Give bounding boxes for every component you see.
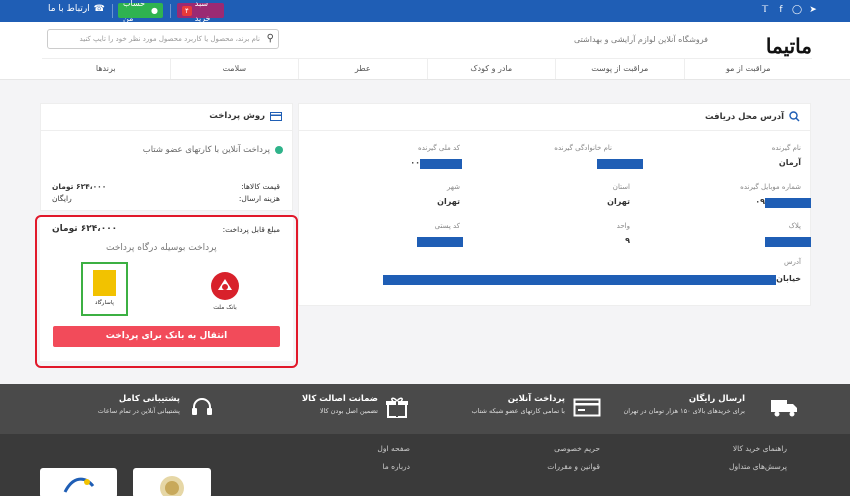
receiver-name-value: آرمان <box>778 158 801 167</box>
address-card-title: آدرس محل دریافت <box>705 111 800 122</box>
redacted-national-code <box>420 159 462 169</box>
instagram-icon[interactable]: ◯ <box>792 5 802 15</box>
postal-code-label: کد پستی <box>434 222 460 230</box>
search-placeholder: نام برند، محصول یا کاربرد محصول مورد نظر… <box>79 35 260 43</box>
feature-title: پرداخت آنلاین <box>507 394 565 404</box>
enamad-badge[interactable] <box>133 468 211 496</box>
site-logo[interactable]: ماتیما <box>766 34 813 58</box>
gift-icon <box>386 397 408 418</box>
card-icon <box>573 398 601 417</box>
social-links: 𝕋 f ◯ ➤ <box>760 5 818 15</box>
search-input[interactable]: ⚲ نام برند، محصول یا کاربرد محصول مورد ن… <box>47 29 279 49</box>
city-value: تهران <box>437 197 460 206</box>
national-code-label: کد ملی گیرنده <box>418 144 460 152</box>
payment-card-title: روش پرداخت <box>209 111 282 121</box>
feature-online-payment: پرداخت آنلاین با تمامی کارتهای عضو شبکه … <box>471 394 565 415</box>
feature-support: پشتیبانی کامل پشتیبانی آنلاین در تمام سا… <box>98 394 180 415</box>
feature-authenticity: ضمانت اصالت کالا تضمین اصل بودن کالا <box>302 394 378 415</box>
feature-subtitle: پشتیبانی آنلاین در تمام ساعات <box>97 407 180 415</box>
redacted-address <box>383 275 776 285</box>
footer-link[interactable]: صفحه اول <box>377 444 410 453</box>
twitter-icon[interactable]: 𝕋 <box>760 5 770 15</box>
features-bar: ارسال رایگان برای خریدهای بالای ۱۵۰ هزار… <box>0 384 850 434</box>
feature-subtitle: تضمین اصل بودن کالا <box>319 407 378 415</box>
highlight-frame <box>35 215 298 368</box>
national-code-value: ۰۰ <box>410 158 420 167</box>
feature-title: پشتیبانی کامل <box>118 394 180 404</box>
top-bar: 𝕋 f ◯ ➤ ۴ سبد خرید حساب من ● ارتباط با م… <box>0 0 850 23</box>
divider <box>112 4 113 18</box>
unit-label: واحد <box>616 222 630 230</box>
feature-title: ارسال رایگان <box>688 394 745 404</box>
goods-price-value: ۶۲۴،۰۰۰ تومان <box>52 182 107 191</box>
credit-card-icon <box>270 111 282 121</box>
samandehi-badge[interactable] <box>40 468 117 496</box>
contact-link[interactable]: ارتباط با ما ☎ <box>48 4 105 14</box>
redacted-plaque <box>765 237 811 247</box>
main-nav: مراقبت از مو مراقبت از پوست مادر و کودک … <box>42 58 812 79</box>
search-icon[interactable]: ⚲ <box>267 33 274 44</box>
facebook-icon[interactable]: f <box>776 5 786 15</box>
feature-free-shipping: ارسال رایگان برای خریدهای بالای ۱۵۰ هزار… <box>623 394 745 415</box>
receiver-family-label: نام خانوادگی گیرنده <box>554 144 612 152</box>
nav-item-perfume[interactable]: عطر <box>298 59 427 79</box>
nav-item-health[interactable]: سلامت <box>169 59 299 79</box>
nav-item-mother-child[interactable]: مادر و کودک <box>426 59 556 79</box>
receiver-name-label: نام گیرنده <box>771 144 801 152</box>
footer-link[interactable]: راهنمای خرید کالا <box>733 444 787 453</box>
divider <box>299 130 810 131</box>
headset-icon: ☎ <box>93 4 105 14</box>
footer-link[interactable]: قوانین و مقررات <box>547 462 600 471</box>
plaque-label: پلاک <box>788 222 801 230</box>
province-value: تهران <box>607 197 630 206</box>
mobile-label: شماره موبایل گیرنده <box>740 183 801 191</box>
footer: راهنمای خرید کالا پرسش‌های متداول حریم خ… <box>0 434 850 496</box>
unit-value: ۹ <box>625 236 630 245</box>
nav-item-brands[interactable]: برندها <box>42 59 170 79</box>
goods-price-label: قیمت کالاها: <box>241 182 280 191</box>
footer-link[interactable]: حریم خصوصی <box>554 444 600 453</box>
payment-option-online[interactable]: پرداخت آنلاین با کارتهای عضو شتاب <box>143 145 283 155</box>
headset-icon <box>192 398 212 415</box>
address-label: آدرس <box>784 258 801 266</box>
feature-subtitle: با تمامی کارتهای عضو شبکه شتاب <box>471 407 565 415</box>
samandehi-logo-icon <box>63 477 95 493</box>
site-tagline: فروشگاه آنلاین لوازم آرایشی و بهداشتی <box>573 35 708 44</box>
payment-option-label: پرداخت آنلاین با کارتهای عضو شتاب <box>142 145 270 155</box>
user-icon: ● <box>151 6 158 15</box>
location-search-icon <box>789 111 800 122</box>
redacted-family <box>597 159 643 169</box>
divider <box>170 4 171 18</box>
shipping-value: رایگان <box>52 194 72 203</box>
mobile-value: ۰۹ <box>755 197 765 206</box>
address-title-text: آدرس محل دریافت <box>705 111 784 122</box>
radio-selected-icon[interactable] <box>275 146 283 154</box>
cart-button[interactable]: ۴ سبد خرید <box>177 0 224 23</box>
address-value: خیابان <box>776 274 801 283</box>
account-button[interactable]: حساب من ● <box>118 0 163 23</box>
footer-link[interactable]: درباره ما <box>382 462 410 471</box>
contact-label: ارتباط با ما <box>48 4 90 14</box>
nav-item-skin[interactable]: مراقبت از پوست <box>555 59 684 79</box>
nav-item-hair[interactable]: مراقبت از مو <box>683 59 813 79</box>
footer-link[interactable]: پرسش‌های متداول <box>729 462 787 471</box>
feature-title: ضمانت اصالت کالا <box>301 394 378 404</box>
shipping-label: هزینه ارسال: <box>238 194 280 203</box>
province-label: استان <box>612 183 630 191</box>
city-label: شهر <box>447 183 460 191</box>
payment-title-text: روش پرداخت <box>209 111 265 121</box>
redacted-postal-code <box>417 237 463 247</box>
divider <box>41 130 292 131</box>
redacted-mobile <box>765 198 811 208</box>
telegram-icon[interactable]: ➤ <box>808 5 818 15</box>
truck-icon <box>771 400 797 417</box>
enamad-seal-icon <box>160 476 184 496</box>
feature-subtitle: برای خریدهای بالای ۱۵۰ هزار تومان در تهر… <box>623 407 745 415</box>
header: ماتیما فروشگاه آنلاین لوازم آرایشی و بهد… <box>0 22 850 80</box>
cart-count: ۴ <box>182 5 192 16</box>
